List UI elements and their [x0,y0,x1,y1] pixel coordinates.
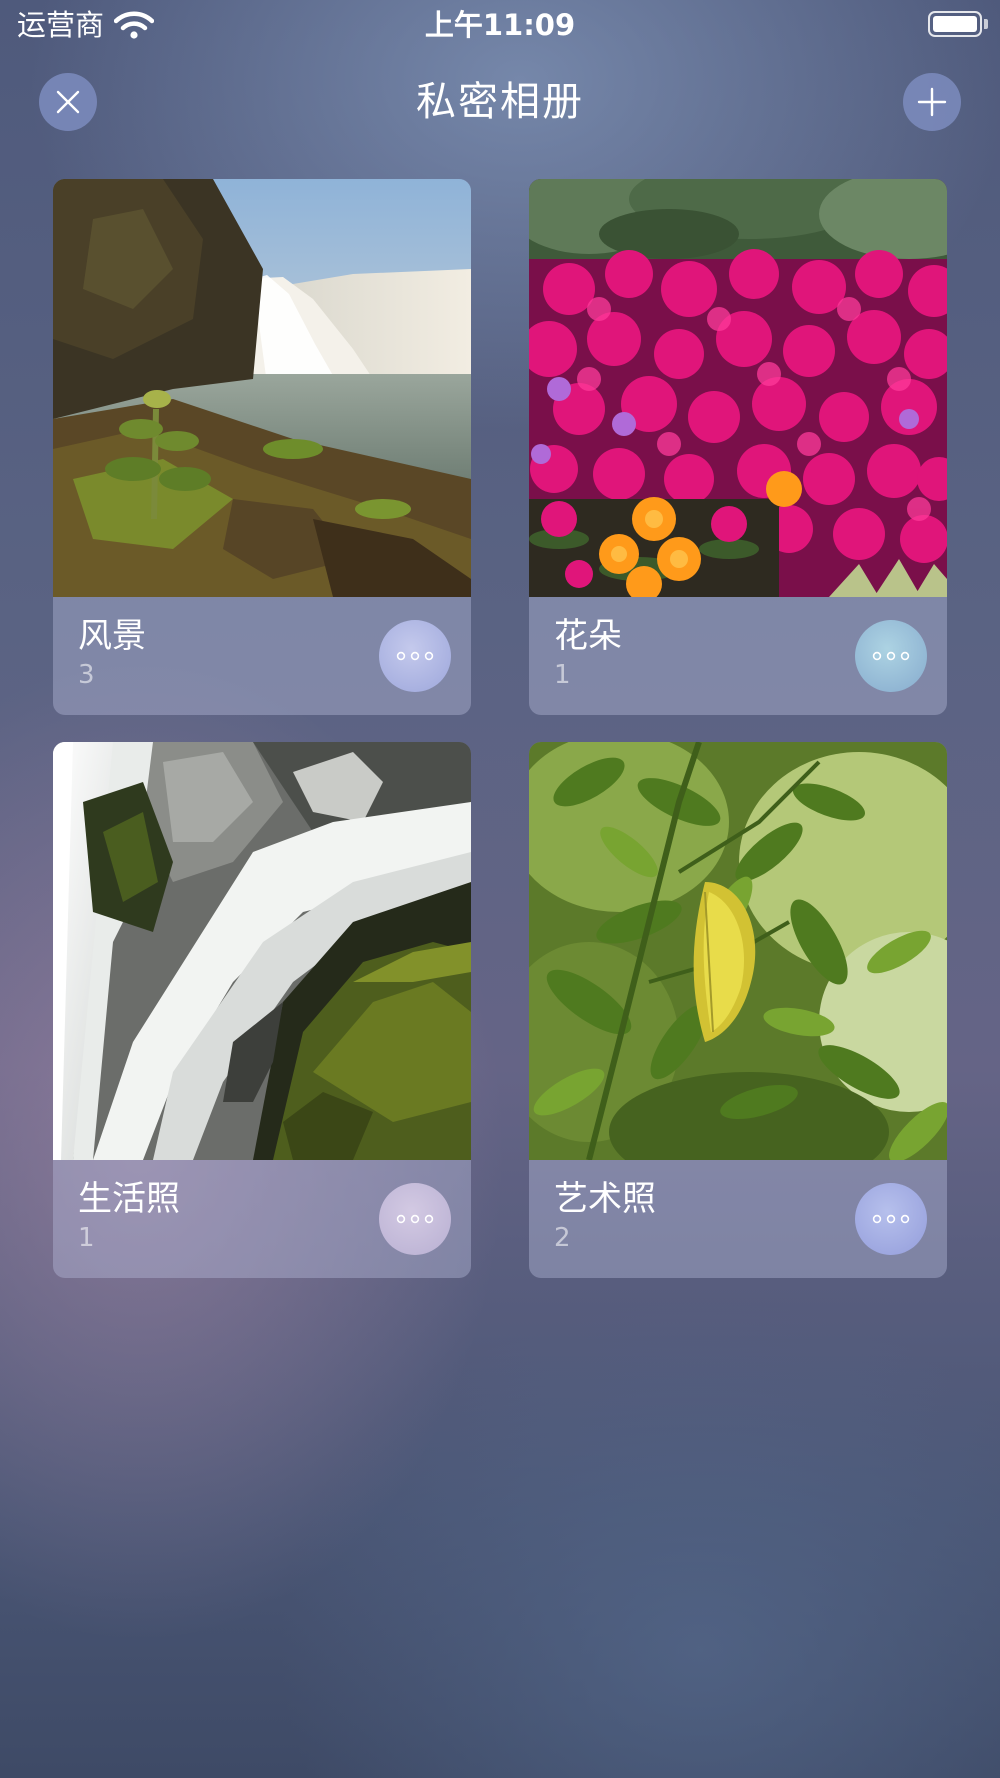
plus-icon [917,87,947,117]
more-icon [396,1214,434,1224]
album-info: 生活照 1 [53,1160,471,1278]
waterfall-landscape-photo[interactable] [53,179,471,597]
more-icon [872,651,910,661]
status-bar: 运营商 上午11:09 [0,0,1000,50]
pink-flowers-photo[interactable] [529,179,947,597]
album-more-button[interactable] [855,620,927,692]
album-info: 花朵 1 [529,597,947,715]
album-info: 风景 3 [53,597,471,715]
album-card-flowers[interactable]: 花朵 1 [529,179,947,715]
more-icon [396,651,434,661]
album-card-artistic[interactable]: 艺术照 2 [529,742,947,1278]
album-more-button[interactable] [855,1183,927,1255]
more-icon [872,1214,910,1224]
album-info: 艺术照 2 [529,1160,947,1278]
album-card-landscape[interactable]: 风景 3 [53,179,471,715]
battery-tip [984,19,988,29]
album-count: 3 [78,660,95,690]
album-count: 1 [78,1223,95,1253]
add-album-button[interactable] [903,73,961,131]
album-more-button[interactable] [379,1183,451,1255]
album-more-button[interactable] [379,620,451,692]
album-name: 生活照 [78,1179,180,1219]
green-leaves-photo[interactable] [529,742,947,1160]
album-name: 花朵 [554,616,622,656]
battery-icon [928,11,982,37]
waterfall-rocks-photo[interactable] [53,742,471,1160]
album-count: 2 [554,1223,571,1253]
album-card-daily-life[interactable]: 生活照 1 [53,742,471,1278]
album-name: 艺术照 [554,1179,656,1219]
album-count: 1 [554,660,571,690]
status-time: 上午11:09 [424,8,576,42]
page-title: 私密相册 [416,79,584,125]
album-name: 风景 [78,616,146,656]
